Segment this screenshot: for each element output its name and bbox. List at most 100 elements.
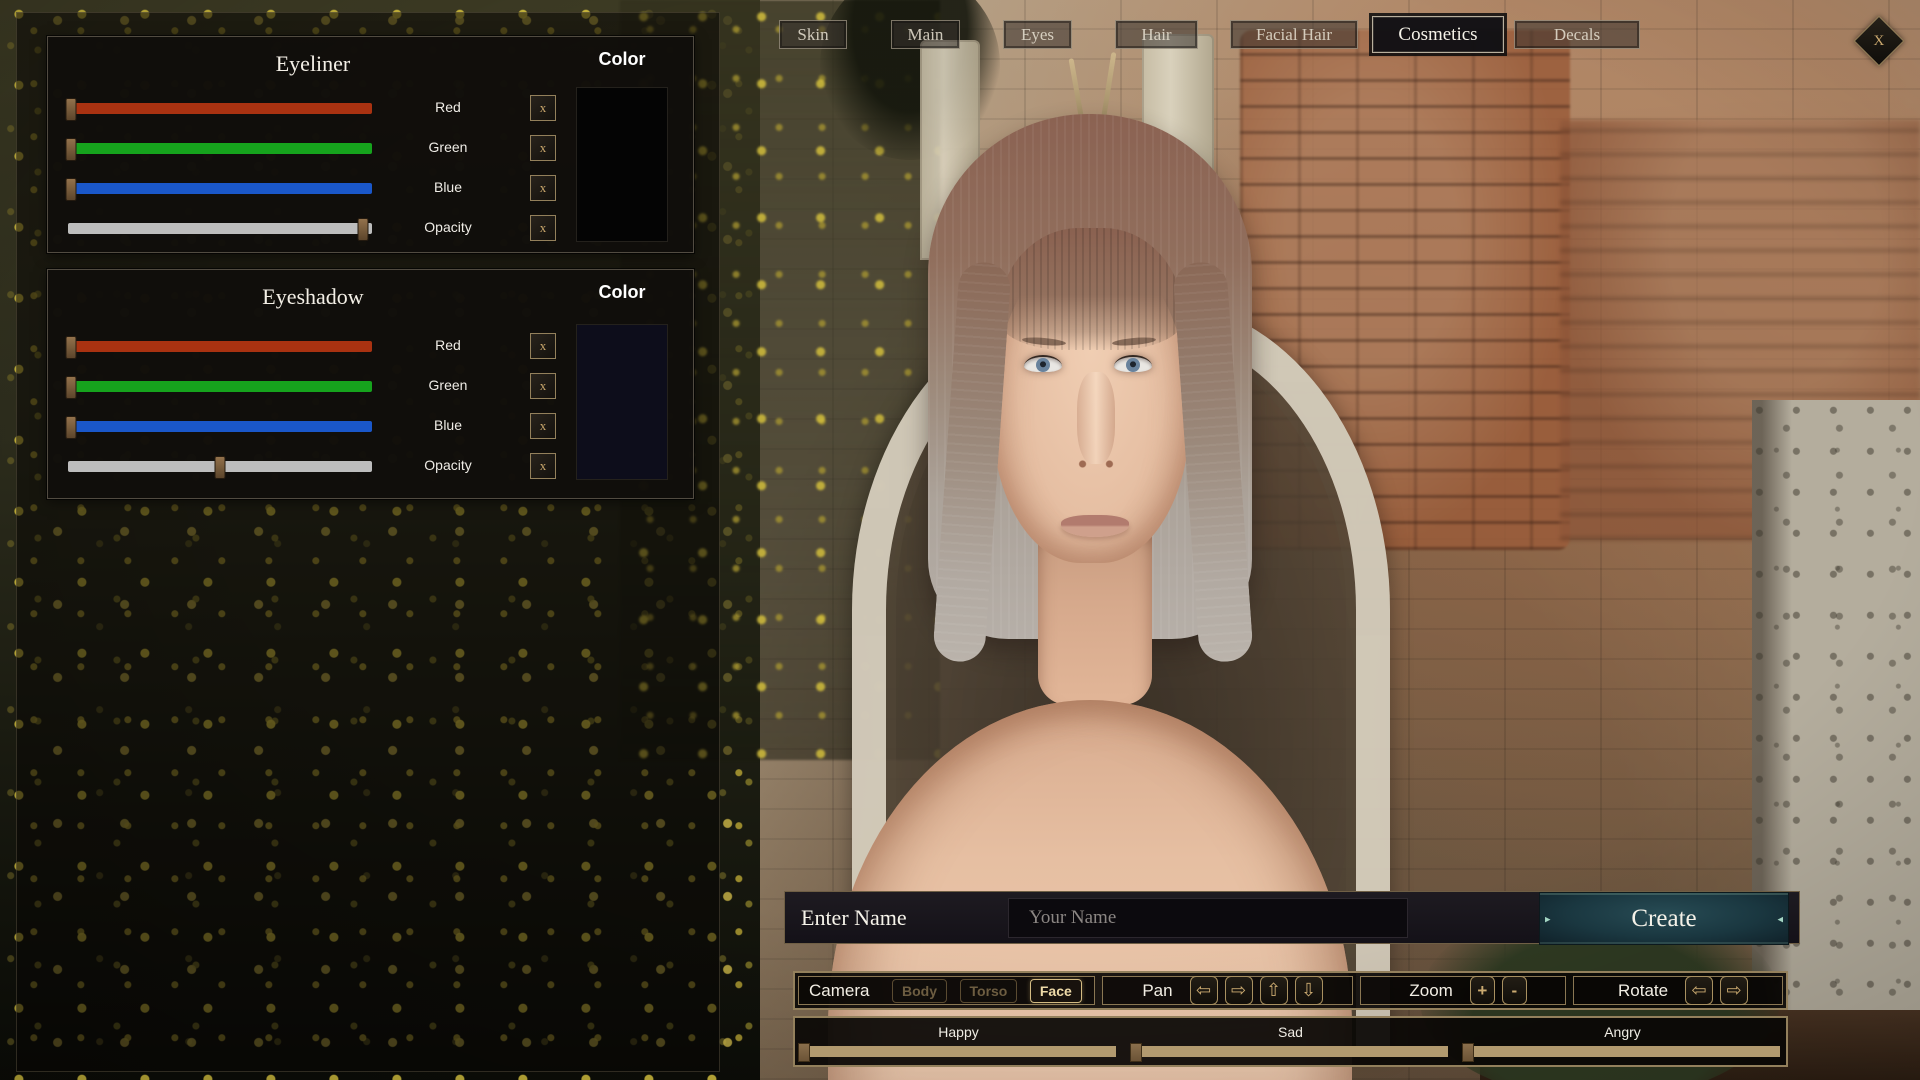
camera-label: Camera: [809, 981, 869, 1001]
opacity-slider-track[interactable]: [68, 461, 372, 472]
zoom-in-button[interactable]: +: [1470, 976, 1495, 1005]
pan-down-button[interactable]: ⇩: [1295, 976, 1323, 1005]
opacity-slider-handle[interactable]: [215, 456, 226, 479]
name-bar: Enter Name ▸ Create ◂: [784, 891, 1800, 944]
red-slider-handle[interactable]: [66, 98, 77, 121]
blue-slider-handle[interactable]: [66, 178, 77, 201]
rotate-section: Rotate ⇦ ⇨: [1573, 976, 1783, 1005]
rotate-label: Rotate: [1618, 981, 1668, 1001]
panel-title: Eyeshadow: [48, 284, 578, 310]
emotion-bar: Happy Sad Angry: [793, 1016, 1788, 1067]
green-slider-handle[interactable]: [66, 138, 77, 161]
slider-label: Opacity: [384, 219, 512, 235]
green-slider-track[interactable]: [68, 143, 372, 154]
opacity-slider-handle[interactable]: [357, 218, 368, 241]
zoom-out-button[interactable]: -: [1502, 976, 1527, 1005]
camera-control-bar: Camera Body Torso Face Pan ⇦ ⇨ ⇧ ⇩ Zoom …: [793, 971, 1788, 1010]
green-slider-handle[interactable]: [66, 376, 77, 399]
opacity-clear-button[interactable]: x: [530, 453, 556, 479]
pan-right-button[interactable]: ⇨: [1225, 976, 1253, 1005]
tab-hair[interactable]: Hair: [1115, 20, 1198, 49]
create-label: Create: [1631, 905, 1696, 933]
blue-clear-button[interactable]: x: [530, 413, 556, 439]
rotate-left-button[interactable]: ⇦: [1685, 976, 1713, 1005]
tab-skin[interactable]: Skin: [779, 20, 847, 49]
eyeliner-panel: Eyeliner Color Red x Green x Blue x Opac…: [47, 36, 694, 253]
tab-label: Hair: [1141, 25, 1171, 45]
red-slider-track[interactable]: [68, 103, 372, 114]
color-header: Color: [576, 282, 668, 303]
slider-row-green: Green x: [48, 373, 693, 399]
name-input[interactable]: [1008, 898, 1408, 938]
blue-clear-button[interactable]: x: [530, 175, 556, 201]
angry-slider-track[interactable]: [1465, 1046, 1780, 1057]
angry-slider-handle[interactable]: [1462, 1043, 1474, 1062]
green-slider-track[interactable]: [68, 381, 372, 392]
red-slider-track[interactable]: [68, 341, 372, 352]
eyeshadow-panel: Eyeshadow Color Red x Green x Blue x Opa…: [47, 269, 694, 499]
emotion-sad: Sad: [1133, 1018, 1448, 1065]
green-clear-button[interactable]: x: [530, 373, 556, 399]
tab-decals[interactable]: Decals: [1514, 20, 1640, 49]
slider-row-green: Green x: [48, 135, 693, 161]
panel-title: Eyeliner: [48, 51, 578, 77]
emotion-happy: Happy: [801, 1018, 1116, 1065]
green-clear-button[interactable]: x: [530, 135, 556, 161]
emotion-label: Happy: [801, 1024, 1116, 1040]
camera-section: Camera Body Torso Face: [798, 976, 1095, 1005]
camera-body-button[interactable]: Body: [892, 979, 947, 1003]
slider-row-blue: Blue x: [48, 413, 693, 439]
slider-label: Blue: [384, 417, 512, 433]
red-slider-handle[interactable]: [66, 336, 77, 359]
tab-label: Facial Hair: [1256, 25, 1332, 45]
slider-row-red: Red x: [48, 95, 693, 121]
happy-slider-handle[interactable]: [798, 1043, 810, 1062]
slider-label: Red: [384, 99, 512, 115]
pan-up-button[interactable]: ⇧: [1260, 976, 1288, 1005]
sad-slider-handle[interactable]: [1130, 1043, 1142, 1062]
create-button[interactable]: ▸ Create ◂: [1539, 892, 1789, 945]
pan-label: Pan: [1142, 981, 1172, 1001]
emotion-label: Sad: [1133, 1024, 1448, 1040]
opacity-clear-button[interactable]: x: [530, 215, 556, 241]
tab-facial-hair[interactable]: Facial Hair: [1230, 20, 1358, 49]
blue-slider-track[interactable]: [68, 421, 372, 432]
tab-eyes[interactable]: Eyes: [1003, 20, 1072, 49]
close-icon: X: [1874, 33, 1885, 50]
tab-cosmetics[interactable]: Cosmetics: [1372, 16, 1504, 53]
tab-label: Cosmetics: [1398, 24, 1477, 46]
sad-slider-track[interactable]: [1133, 1046, 1448, 1057]
pan-left-button[interactable]: ⇦: [1190, 976, 1218, 1005]
slider-label: Green: [384, 377, 512, 393]
pan-section: Pan ⇦ ⇨ ⇧ ⇩: [1102, 976, 1353, 1005]
tab-label: Skin: [797, 25, 828, 45]
slider-row-blue: Blue x: [48, 175, 693, 201]
red-clear-button[interactable]: x: [530, 333, 556, 359]
camera-face-button[interactable]: Face: [1030, 979, 1082, 1003]
slider-label: Green: [384, 139, 512, 155]
slider-row-red: Red x: [48, 333, 693, 359]
opacity-slider-track[interactable]: [68, 223, 372, 234]
camera-torso-button[interactable]: Torso: [960, 979, 1018, 1003]
happy-slider-track[interactable]: [801, 1046, 1116, 1057]
zoom-label: Zoom: [1409, 981, 1452, 1001]
color-header: Color: [576, 49, 668, 70]
slider-label: Red: [384, 337, 512, 353]
slider-label: Blue: [384, 179, 512, 195]
emotion-label: Angry: [1465, 1024, 1780, 1040]
tab-label: Eyes: [1021, 25, 1054, 45]
zoom-section: Zoom + -: [1360, 976, 1566, 1005]
tab-main[interactable]: Main: [891, 20, 960, 49]
tab-label: Main: [908, 25, 944, 45]
tab-label: Decals: [1554, 25, 1600, 45]
red-clear-button[interactable]: x: [530, 95, 556, 121]
emotion-angry: Angry: [1465, 1018, 1780, 1065]
blue-slider-track[interactable]: [68, 183, 372, 194]
slider-label: Opacity: [384, 457, 512, 473]
blue-slider-handle[interactable]: [66, 416, 77, 439]
create-arrow-left-icon: ▸: [1545, 912, 1551, 925]
rotate-right-button[interactable]: ⇨: [1720, 976, 1748, 1005]
slider-row-opacity: Opacity x: [48, 453, 693, 479]
enter-name-label: Enter Name: [801, 892, 907, 943]
create-arrow-right-icon: ◂: [1777, 912, 1783, 925]
